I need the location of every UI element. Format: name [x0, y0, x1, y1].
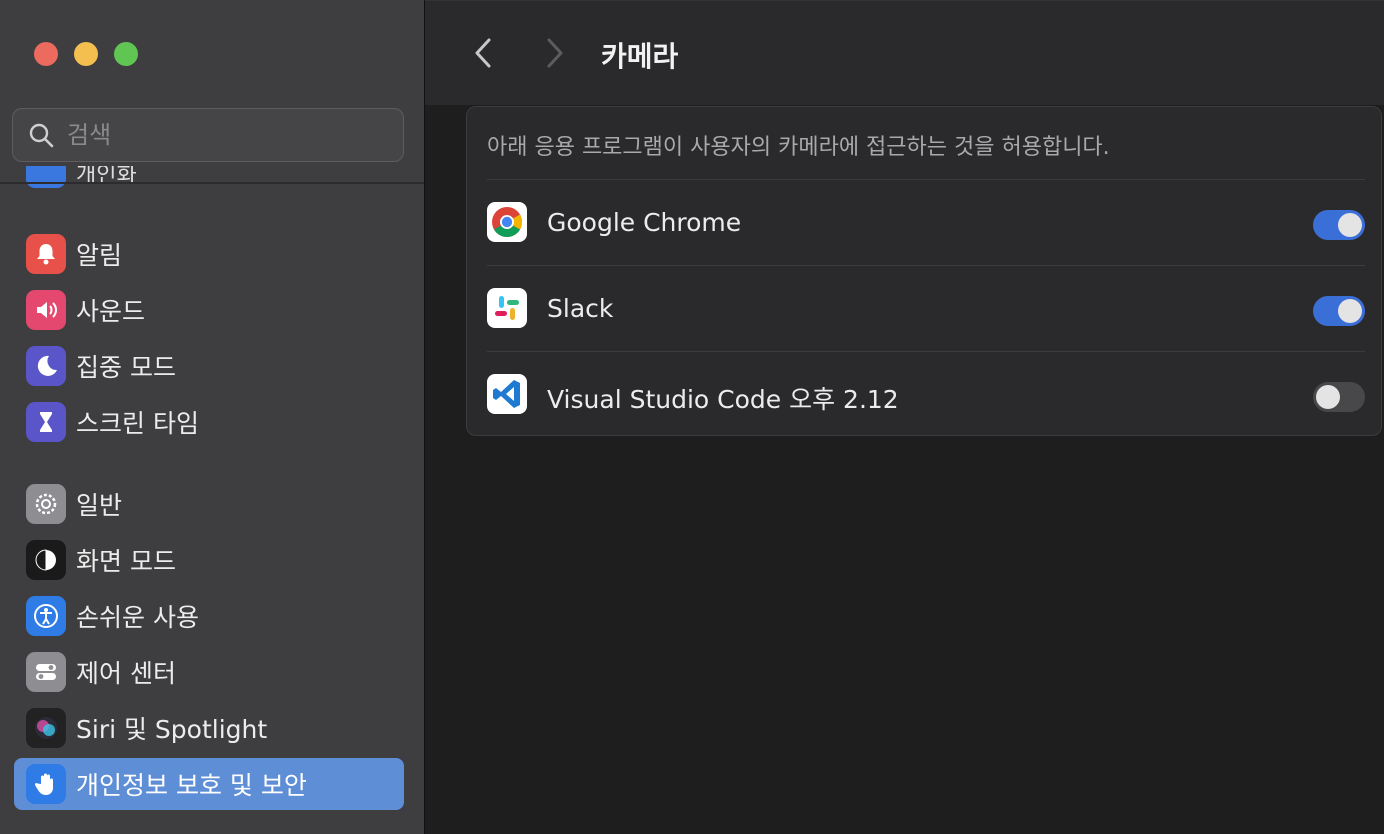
toolbar: 카메라 — [425, 0, 1384, 105]
app-row-slack: Slack — [487, 265, 1365, 352]
search-input[interactable] — [65, 120, 389, 150]
sidebar-item-label: 스크린 타임 — [76, 409, 199, 438]
chrome-icon — [487, 202, 527, 242]
sidebar-item-partial[interactable] — [26, 166, 66, 188]
app-row-vscode: Visual Studio Code 오후 2.12 — [487, 351, 1365, 438]
sidebar-item-label: 사운드 — [76, 297, 146, 326]
maximize-button[interactable] — [114, 42, 138, 66]
sidebar-item-accessibility[interactable]: 손쉬운 사용 — [14, 590, 404, 642]
app-name: Slack — [547, 294, 614, 323]
page-title: 카메라 — [601, 40, 679, 73]
sidebar-item-siri[interactable]: Siri 및 Spotlight — [14, 702, 404, 754]
sidebar-item-privacy[interactable]: 개인정보 보호 및 보안 — [14, 758, 404, 810]
chrome-camera-toggle[interactable] — [1313, 210, 1365, 240]
slack-icon — [487, 288, 527, 328]
sidebar: 개인화 알림 사운드 집중 모드 스크린 타임 — [0, 0, 425, 834]
sidebar-item-label: 알림 — [76, 241, 123, 270]
vscode-camera-toggle[interactable] — [1313, 382, 1365, 412]
control-center-icon — [26, 652, 66, 692]
vscode-icon — [487, 374, 527, 414]
toggle-knob — [1316, 385, 1340, 409]
sidebar-item-appearance[interactable]: 화면 모드 — [14, 534, 404, 586]
toggle-knob — [1338, 213, 1362, 237]
minimize-button[interactable] — [74, 42, 98, 66]
sidebar-item-label: 제어 센터 — [76, 659, 176, 688]
sidebar-item-general[interactable]: 일반 — [14, 478, 404, 530]
sidebar-item-control-center[interactable]: 제어 센터 — [14, 646, 404, 698]
hand-icon — [26, 764, 66, 804]
appearance-icon — [26, 540, 66, 580]
bell-icon — [26, 234, 66, 274]
sidebar-group-2: 일반 화면 모드 손쉬운 사용 제어 센터 Siri 및 Spotlight 개… — [14, 478, 404, 814]
accessibility-icon — [26, 596, 66, 636]
sidebar-item-label: Siri 및 Spotlight — [76, 715, 268, 744]
slack-camera-toggle[interactable] — [1313, 296, 1365, 326]
sidebar-item-focus[interactable]: 집중 모드 — [14, 340, 404, 392]
app-name: Visual Studio Code 오후 2.12 — [547, 385, 899, 414]
sidebar-item-label: 개인정보 보호 및 보안 — [76, 771, 307, 800]
sidebar-item-notifications[interactable]: 알림 — [14, 228, 404, 280]
hourglass-icon — [26, 402, 66, 442]
sidebar-scroll-edge — [0, 182, 424, 184]
forward-chevron-icon[interactable] — [539, 37, 569, 69]
close-button[interactable] — [34, 42, 58, 66]
gear-icon — [26, 484, 66, 524]
camera-permissions-panel: 아래 응용 프로그램이 사용자의 카메라에 접근하는 것을 허용합니다. Goo… — [466, 106, 1382, 436]
sidebar-group-1: 알림 사운드 집중 모드 스크린 타임 — [14, 228, 404, 452]
sidebar-item-sound[interactable]: 사운드 — [14, 284, 404, 336]
search-icon — [29, 123, 54, 148]
search-field[interactable] — [12, 108, 404, 162]
sidebar-item-label: 손쉬운 사용 — [76, 603, 199, 632]
app-name: Google Chrome — [547, 208, 742, 237]
window-controls — [34, 42, 138, 66]
sidebar-item-label: 집중 모드 — [76, 353, 176, 382]
toggle-knob — [1338, 299, 1362, 323]
sidebar-item-screen-time[interactable]: 스크린 타임 — [14, 396, 404, 448]
moon-icon — [26, 346, 66, 386]
siri-icon — [26, 708, 66, 748]
sidebar-item-label: 화면 모드 — [76, 547, 176, 576]
speaker-icon — [26, 290, 66, 330]
back-chevron-icon[interactable] — [469, 37, 499, 69]
app-row-chrome: Google Chrome — [487, 179, 1365, 266]
panel-description: 아래 응용 프로그램이 사용자의 카메라에 접근하는 것을 허용합니다. — [487, 135, 1110, 160]
partial-item-icon — [26, 166, 66, 188]
main-content: 카메라 아래 응용 프로그램이 사용자의 카메라에 접근하는 것을 허용합니다.… — [425, 0, 1384, 834]
sidebar-item-label: 일반 — [76, 491, 123, 520]
